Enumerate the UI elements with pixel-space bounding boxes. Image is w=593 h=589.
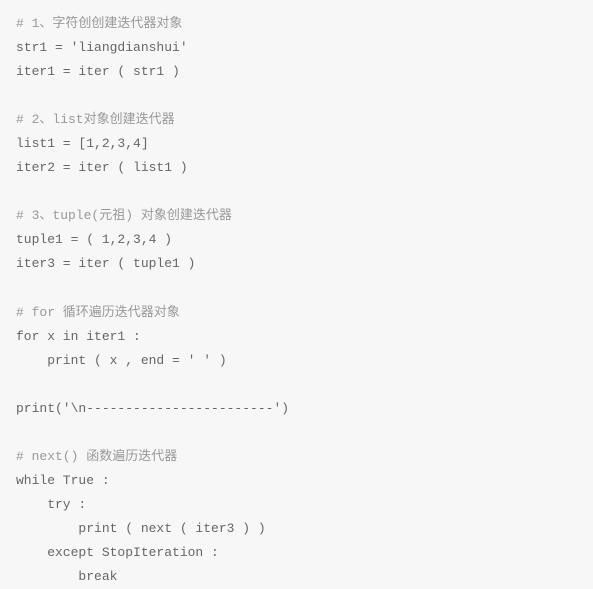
code-line: print ( next ( iter3 ) ) (16, 517, 577, 541)
code-line (16, 373, 577, 397)
code-line: # next() 函数遍历迭代器 (16, 445, 577, 469)
code-line: while True : (16, 469, 577, 493)
code-line: print ( x , end = ' ' ) (16, 349, 577, 373)
code-line: # for 循环遍历迭代器对象 (16, 301, 577, 325)
code-line: try : (16, 493, 577, 517)
code-line: iter3 = iter ( tuple1 ) (16, 252, 577, 276)
code-line (16, 277, 577, 301)
code-line (16, 180, 577, 204)
code-line: # 2、list对象创建迭代器 (16, 108, 577, 132)
code-block: # 1、字符创创建迭代器对象str1 = 'liangdianshui'iter… (16, 12, 577, 589)
code-line: iter2 = iter ( list1 ) (16, 156, 577, 180)
code-line: print('\n------------------------') (16, 397, 577, 421)
code-line: # 3、tuple(元祖) 对象创建迭代器 (16, 204, 577, 228)
code-line: tuple1 = ( 1,2,3,4 ) (16, 228, 577, 252)
code-line (16, 421, 577, 445)
code-line: # 1、字符创创建迭代器对象 (16, 12, 577, 36)
code-line: except StopIteration : (16, 541, 577, 565)
code-line: iter1 = iter ( str1 ) (16, 60, 577, 84)
code-line: list1 = [1,2,3,4] (16, 132, 577, 156)
code-line: for x in iter1 : (16, 325, 577, 349)
code-line: break (16, 565, 577, 589)
code-line: str1 = 'liangdianshui' (16, 36, 577, 60)
code-line (16, 84, 577, 108)
